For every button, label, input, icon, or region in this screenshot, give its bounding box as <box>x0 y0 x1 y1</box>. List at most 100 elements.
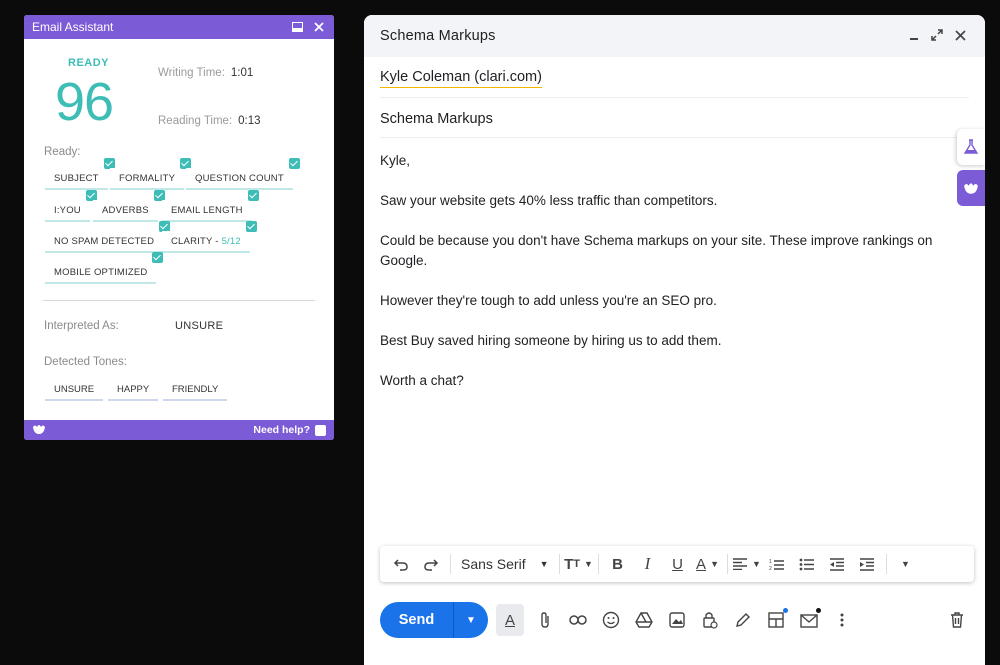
compose-actions: Send ▼ A <box>380 602 973 638</box>
chip-label: CLARITY - <box>171 235 219 247</box>
separator <box>597 554 599 574</box>
photo-icon[interactable] <box>660 604 693 636</box>
formatting-options-icon[interactable]: A <box>496 604 524 636</box>
interpreted-value: UNSURE <box>175 320 224 332</box>
check-chip-i-you[interactable]: I:YOU <box>45 190 97 222</box>
flask-icon[interactable] <box>957 129 985 165</box>
body-paragraph: Worth a chat? <box>380 373 464 388</box>
close-icon[interactable] <box>951 28 969 45</box>
chip-label: I:YOU <box>54 204 81 216</box>
reading-time-value: 0:13 <box>238 115 261 127</box>
confidential-lock-icon[interactable] <box>693 604 726 636</box>
score-value: 96 <box>55 72 114 132</box>
bold-icon[interactable]: B <box>603 550 633 578</box>
font-size-icon[interactable]: T T ▼ <box>564 550 594 578</box>
assistant-title: Email Assistant <box>32 20 114 34</box>
compose-window: Schema Markups Kyle Coleman (clari.com) … <box>364 15 985 665</box>
schedule-email-icon[interactable] <box>792 604 825 636</box>
minimize-icon[interactable] <box>905 28 923 45</box>
italic-icon[interactable]: I <box>633 550 663 578</box>
ready-label: Ready: <box>44 146 81 158</box>
formatting-toolbar: Sans Serif ▼ T T ▼ B I U A ▼ ▼ 12 ▼ <box>380 546 974 582</box>
subject-field[interactable]: Schema Markups <box>380 111 969 127</box>
undo-icon[interactable] <box>386 550 416 578</box>
attach-icon[interactable] <box>528 604 561 636</box>
caret-down-icon: ▼ <box>539 559 549 569</box>
writing-time-value: 1:01 <box>230 67 254 79</box>
send-options-icon[interactable]: ▼ <box>454 615 488 626</box>
bulleted-list-icon[interactable] <box>792 550 822 578</box>
indent-less-icon[interactable] <box>822 550 852 578</box>
separator <box>558 554 560 574</box>
layouts-icon[interactable] <box>759 604 792 636</box>
emoji-icon[interactable] <box>594 604 627 636</box>
chip-label: NO SPAM DETECTED <box>54 235 155 247</box>
checkmark-icon <box>245 221 257 232</box>
text-color-icon[interactable]: A ▼ <box>693 550 723 578</box>
numbered-list-icon[interactable]: 12 <box>762 550 792 578</box>
assistant-header: Email Assistant <box>24 15 334 39</box>
send-button[interactable]: Send ▼ <box>380 602 488 638</box>
underline-icon[interactable]: U <box>663 550 693 578</box>
compose-title: Schema Markups <box>380 28 496 44</box>
message-body[interactable]: Kyle, Saw your website gets 40% less tra… <box>380 151 945 411</box>
chip-label: EMAIL LENGTH <box>171 204 243 216</box>
font-family-select[interactable]: Sans Serif ▼ <box>455 550 555 578</box>
align-icon[interactable]: ▼ <box>732 550 762 578</box>
clarity-score: 5/12 <box>221 235 241 247</box>
send-label: Send <box>380 602 454 638</box>
svg-text:2: 2 <box>769 566 772 571</box>
tone-chip-happy[interactable]: HAPPY <box>108 379 159 401</box>
close-icon[interactable] <box>312 20 326 34</box>
caret-down-icon: ▼ <box>752 559 761 569</box>
separator <box>726 554 728 574</box>
divider <box>380 137 969 138</box>
compose-header: Schema Markups <box>364 15 985 57</box>
checkmark-icon <box>152 252 164 263</box>
reading-time: Reading Time: 0:13 <box>158 115 261 127</box>
caret-down-icon: ▼ <box>584 559 593 569</box>
chat-icon <box>315 424 326 436</box>
check-chip-question-count[interactable]: QUESTION COUNT <box>186 158 300 190</box>
tone-chip-unsure[interactable]: UNSURE <box>45 379 104 401</box>
check-chip-email-length[interactable]: EMAIL LENGTH <box>162 190 259 222</box>
more-formatting-icon[interactable]: ▼ <box>891 550 921 578</box>
check-chip-formality[interactable]: FORMALITY <box>110 158 192 190</box>
chip-label: QUESTION COUNT <box>195 172 284 184</box>
need-help-link[interactable]: Need help? <box>253 424 326 436</box>
caret-down-icon: ▼ <box>710 559 719 569</box>
indent-more-icon[interactable] <box>852 550 882 578</box>
body-paragraph: Best Buy saved hiring someone by hiring … <box>380 333 722 348</box>
drive-icon[interactable] <box>627 604 660 636</box>
tone-chip-friendly[interactable]: FRIENDLY <box>163 379 228 401</box>
body-paragraph: Could be because you don't have Schema m… <box>380 233 933 268</box>
notification-dot <box>816 608 821 613</box>
brand-logo-icon <box>32 423 46 438</box>
checkmark-icon <box>247 190 259 201</box>
check-chip-no-spam[interactable]: NO SPAM DETECTED <box>45 221 171 253</box>
to-recipient[interactable]: Kyle Coleman (clari.com) <box>380 69 542 88</box>
redo-icon[interactable] <box>416 550 446 578</box>
body-paragraph: However they're tough to add unless you'… <box>380 293 717 308</box>
reading-time-label: Reading Time: <box>158 115 233 127</box>
chip-label: ADVERBS <box>102 204 149 216</box>
discard-trash-icon[interactable] <box>940 604 973 636</box>
chip-label: FORMALITY <box>119 172 176 184</box>
writing-time: Writing Time: 1:01 <box>158 67 253 79</box>
link-icon[interactable] <box>561 604 594 636</box>
separator <box>885 554 887 574</box>
chip-label: MOBILE OPTIMIZED <box>54 266 148 278</box>
checkmark-icon <box>288 158 300 169</box>
more-options-icon[interactable] <box>825 604 858 636</box>
expand-icon[interactable] <box>928 28 946 45</box>
check-chip-adverbs[interactable]: ADVERBS <box>93 190 165 222</box>
separator <box>450 554 451 574</box>
check-chip-subject[interactable]: SUBJECT <box>45 158 115 190</box>
assistant-toggle-icon[interactable] <box>957 170 985 206</box>
minimize-icon[interactable] <box>290 20 304 34</box>
email-assistant-panel: Email Assistant READY 96 Writing Time: 1:… <box>24 15 334 440</box>
check-chip-mobile-optimized[interactable]: MOBILE OPTIMIZED <box>45 252 164 284</box>
svg-text:1: 1 <box>769 559 772 565</box>
check-chip-clarity[interactable]: CLARITY -5/12 <box>162 221 257 253</box>
signature-pen-icon[interactable] <box>726 604 759 636</box>
